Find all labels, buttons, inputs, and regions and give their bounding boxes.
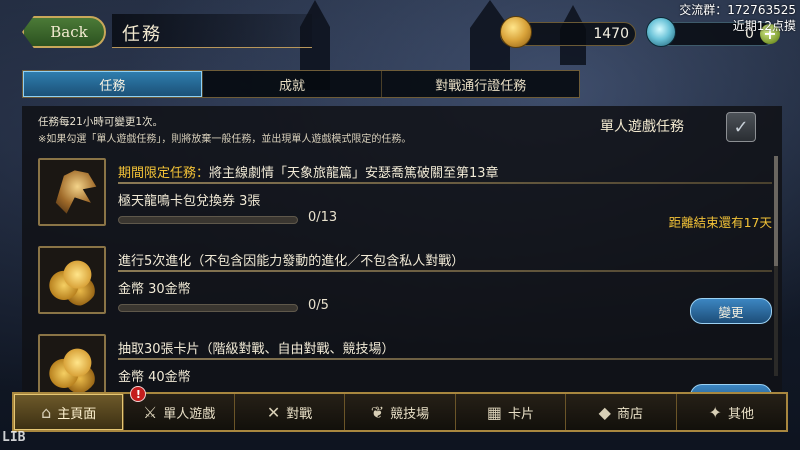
mission-info: 任務每21小時可變更1次。: [38, 116, 164, 128]
divider: [118, 270, 772, 272]
nav-label: 對戰: [286, 406, 313, 422]
nav-home[interactable]: ⌂ 主頁面: [14, 394, 125, 430]
mission-progress-text: 0/5: [308, 298, 329, 313]
tab-battle-pass-missions[interactable]: 對戰通行證任務: [382, 71, 579, 97]
cards-icon: ▦: [486, 402, 502, 422]
mission-reward: 金幣 30金幣: [118, 282, 191, 297]
nav-other[interactable]: ✦ 其他: [677, 394, 786, 430]
nav-single-player[interactable]: ! ⚔ 單人遊戲: [124, 386, 235, 430]
overlay-note-line: 近期12点摸: [732, 19, 796, 33]
mission-title: 期間限定任務：將主線劇情「天象旅龍篇」安瑟喬篤破關至第13章: [118, 162, 499, 181]
nav-label: 卡片: [507, 406, 534, 422]
mission-title-text: 抽取30張卡片（階級對戰、自由對戰、競技場）: [118, 342, 395, 357]
change-mission-button[interactable]: [690, 384, 772, 392]
crossed-swords-icon: ✕: [266, 402, 281, 422]
mission-title-text: 將主線劇情「天象旅龍篇」安瑟喬篤破關至第13章: [209, 166, 499, 181]
nav-label: 商店: [616, 406, 643, 422]
laurel-icon: ❦: [370, 402, 385, 422]
divider: [118, 358, 772, 360]
tab-achievements[interactable]: 成就: [203, 71, 383, 97]
alert-badge: !: [130, 386, 147, 402]
nav-label: 主頁面: [57, 406, 97, 422]
nav-arena[interactable]: ❦ 競技場: [345, 394, 456, 430]
mission-progress-text: 0/13: [308, 210, 338, 225]
nav-battle[interactable]: ✕ 對戰: [235, 394, 346, 430]
mission-item: 進行5次進化（不包含因能力發動的進化／不包含私人對戰） 金幣 30金幣 0/5 …: [38, 246, 772, 328]
watermark-logo: LIB: [2, 430, 26, 445]
stream-overlay: 交流群：172763525 近期12点摸: [679, 2, 796, 34]
mission-icon-frame: [38, 334, 106, 392]
mission-icon-frame: [38, 246, 106, 314]
gold-coins-icon: [45, 341, 99, 392]
scrollbar[interactable]: [774, 156, 778, 376]
nav-cards[interactable]: ▦ 卡片: [456, 394, 567, 430]
other-icon: ✦: [708, 402, 722, 422]
mission-icon-frame: [38, 158, 106, 226]
mission-title: 進行5次進化（不包含因能力發動的進化／不包含私人對戰）: [118, 250, 464, 269]
back-button[interactable]: Back: [22, 16, 106, 48]
mission-item: 抽取30張卡片（階級對戰、自由對戰、競技場） 金幣 40金幣: [38, 334, 772, 392]
mission-tabs: 任務 成就 對戰通行證任務: [22, 70, 580, 98]
single-mode-label: 單人遊戲任務: [600, 119, 684, 135]
shop-icon: ◆: [598, 402, 611, 422]
mission-progress-bar: [118, 304, 298, 312]
divider: [118, 182, 772, 184]
gold-coins-icon: [45, 253, 99, 307]
nav-label: 單人遊戲: [163, 406, 216, 422]
mission-title: 抽取30張卡片（階級對戰、自由對戰、競技場）: [118, 338, 395, 357]
mission-highlight: 期間限定任務：: [118, 166, 210, 181]
mission-note: ※如果勾選「單人遊戲任務」，則將放棄一般任務，並出現單人遊戲模式限定的任務。: [38, 134, 412, 145]
tab-missions[interactable]: 任務: [23, 71, 203, 97]
crystal-icon: [646, 17, 676, 47]
bottom-nav: ⌂ 主頁面 ! ⚔ 單人遊戲 ✕ 對戰 ❦ 競技場 ▦ 卡片 ◆ 商店 ✦ 其他: [12, 386, 788, 432]
mission-progress-bar: [118, 216, 298, 224]
mission-reward: 極天龍鳴卡包兌換券 3張: [118, 194, 261, 209]
single-mode-checkbox[interactable]: ✓: [726, 112, 756, 142]
gold-value: 1470: [593, 26, 629, 42]
mission-item: 期間限定任務：將主線劇情「天象旅龍篇」安瑟喬篤破關至第13章 極天龍鳴卡包兌換券…: [38, 158, 772, 240]
mission-deadline: 距離結束還有17天: [668, 215, 772, 230]
mission-panel: 任務每21小時可變更1次。 ※如果勾選「單人遊戲任務」，則將放棄一般任務，並出現…: [22, 106, 782, 392]
page-title-bar: 任務: [112, 14, 312, 48]
game-screen: Back 任務 1470 0 + 交流群：172763525 近期12点摸 任務…: [0, 0, 800, 450]
mission-reward: 金幣 40金幣: [118, 370, 191, 385]
change-mission-button[interactable]: 變更: [690, 298, 772, 324]
home-icon: ⌂: [41, 402, 52, 422]
nav-shop[interactable]: ◆ 商店: [566, 394, 677, 430]
scroll-thumb[interactable]: [774, 156, 778, 266]
nav-label: 競技場: [390, 406, 430, 422]
check-icon: ✓: [733, 116, 749, 138]
overlay-group-line: 交流群：172763525: [679, 3, 796, 17]
gold-coin-icon: [500, 16, 532, 48]
sword-icon: ⚔: [142, 402, 158, 422]
page-title: 任務: [122, 24, 162, 45]
nav-label: 其他: [727, 406, 754, 422]
dragon-icon: [55, 170, 97, 214]
mission-title-text: 進行5次進化（不包含因能力發動的進化／不包含私人對戰）: [118, 254, 465, 269]
